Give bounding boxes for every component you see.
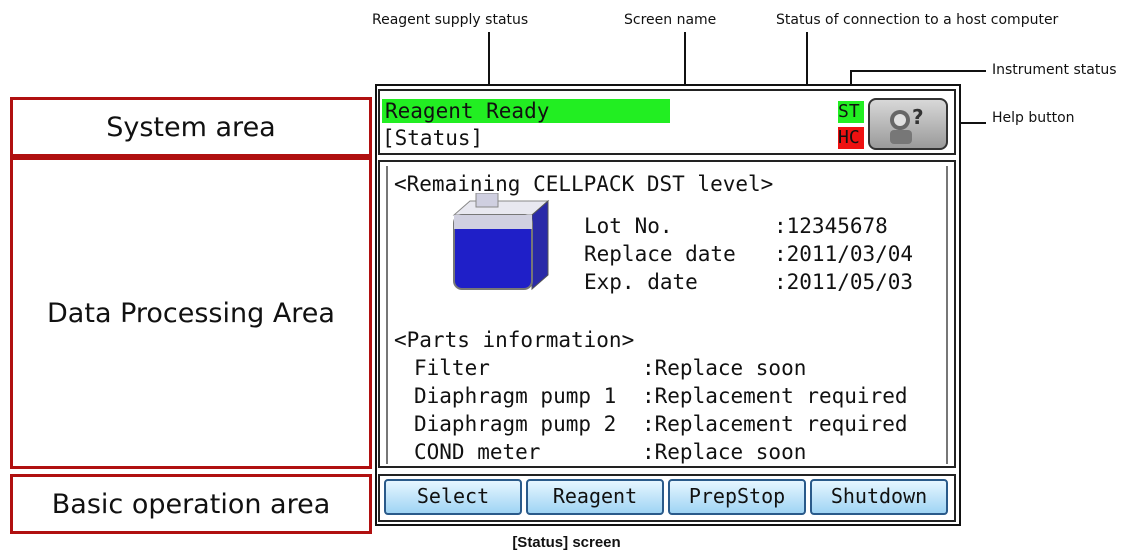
prepstop-button[interactable]: PrepStop <box>668 479 806 515</box>
parts-row-status: :Replacement required <box>642 384 908 408</box>
basic-operation-area-text: Basic operation area <box>51 488 331 520</box>
instrument-status-callout: Instrument status <box>992 62 1117 78</box>
parts-row-name: COND meter <box>414 440 541 464</box>
parts-row-status: :Replacement required <box>642 412 908 436</box>
help-button-callout: Help button <box>992 110 1075 126</box>
reagent-container-icon <box>452 193 550 291</box>
replace-date-value: :2011/03/04 <box>774 242 914 266</box>
lot-number-value: :12345678 <box>774 214 888 238</box>
parts-row-name: Filter <box>414 356 490 380</box>
lot-number-label: Lot No. <box>584 214 673 238</box>
parts-row-status: :Replace soon <box>642 440 807 464</box>
data-processing-area-label: Data Processing Area <box>10 157 372 469</box>
replace-date-label: Replace date <box>584 242 736 266</box>
instrument-status-badge: ST <box>838 101 864 123</box>
basic-operation-area-label: Basic operation area <box>10 474 372 534</box>
exp-date-value: :2011/05/03 <box>774 270 914 294</box>
host-connection-badge: HC <box>838 127 864 149</box>
system-area-label: System area <box>10 97 372 157</box>
reagent-supply-status-callout: Reagent supply status <box>372 12 529 28</box>
parts-row-name: Diaphragm pump 1 <box>414 384 617 408</box>
figure-caption: [Status] screen <box>512 534 621 551</box>
data-processing-area-text: Data Processing Area <box>47 297 335 329</box>
system-area-text: System area <box>106 111 276 143</box>
instrument-callout-line-h <box>850 70 986 72</box>
help-icon: ? <box>890 105 924 144</box>
help-button[interactable]: ? <box>868 98 948 150</box>
screen-name-label: [Status] <box>382 126 484 150</box>
exp-date-label: Exp. date <box>584 270 698 294</box>
parts-info-heading: <Parts information> <box>394 328 635 352</box>
screen-name-callout: Screen name <box>624 12 717 28</box>
reagent-status-indicator: Reagent Ready <box>382 99 670 123</box>
parts-row-status: :Replace soon <box>642 356 807 380</box>
reagent-button[interactable]: Reagent <box>526 479 664 515</box>
select-button[interactable]: Select <box>384 479 522 515</box>
parts-row-name: Diaphragm pump 2 <box>414 412 617 436</box>
svg-text:?: ? <box>912 105 924 129</box>
shutdown-button[interactable]: Shutdown <box>810 479 948 515</box>
host-connection-status-callout: Status of connection to a host computer <box>776 12 1059 28</box>
